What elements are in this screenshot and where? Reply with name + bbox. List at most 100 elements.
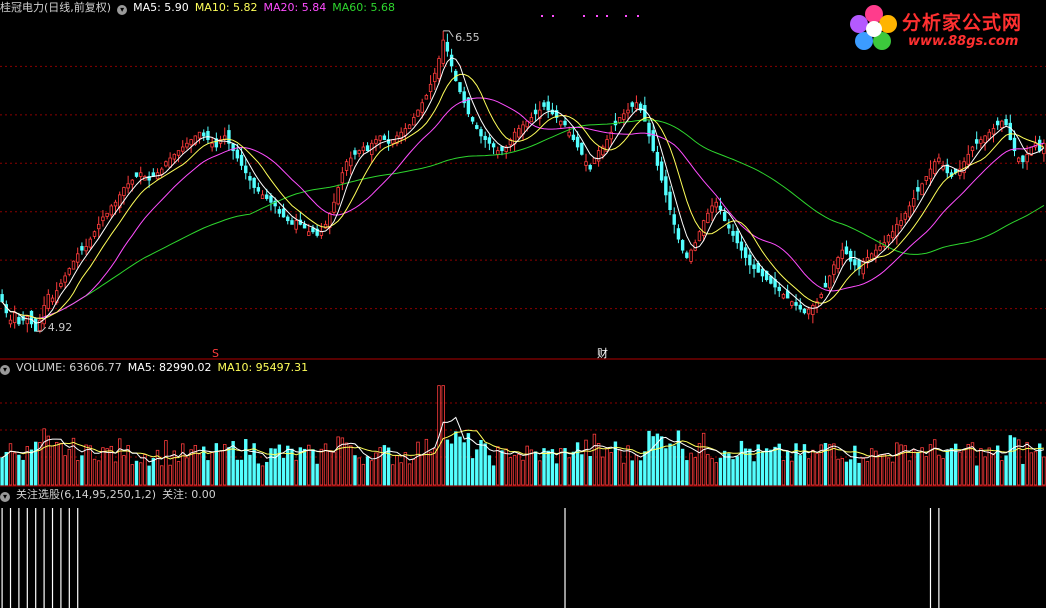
candle-body[interactable]	[991, 128, 996, 135]
candle-body[interactable]	[592, 157, 597, 164]
candle-body[interactable]	[403, 128, 408, 136]
candle-body[interactable]	[706, 212, 710, 223]
candle-body[interactable]	[25, 316, 30, 325]
candle-body[interactable]	[529, 117, 534, 123]
volume-bar[interactable]	[622, 462, 626, 486]
volume-bar[interactable]	[172, 450, 177, 486]
candle-body[interactable]	[689, 249, 693, 262]
volume-bar[interactable]	[412, 459, 416, 486]
volume-bar[interactable]	[777, 443, 781, 486]
candle-body[interactable]	[622, 113, 626, 120]
volume-bar[interactable]	[80, 455, 84, 486]
candle-body[interactable]	[449, 54, 454, 67]
candle-body[interactable]	[134, 172, 139, 177]
candle-body[interactable]	[626, 109, 630, 114]
candle-body[interactable]	[932, 161, 937, 174]
candle-body[interactable]	[659, 161, 664, 181]
candle-body[interactable]	[664, 176, 668, 196]
candle-body[interactable]	[685, 252, 689, 258]
candle-body[interactable]	[46, 293, 51, 309]
candle-body[interactable]	[798, 304, 802, 310]
volume-bar[interactable]	[773, 446, 777, 486]
candle-body[interactable]	[848, 250, 853, 262]
candle-body[interactable]	[122, 187, 126, 196]
candle-body[interactable]	[235, 149, 240, 159]
candle-body[interactable]	[983, 135, 987, 144]
candle-body[interactable]	[861, 260, 865, 275]
volume-bar[interactable]	[281, 457, 286, 486]
candle-body[interactable]	[286, 216, 290, 222]
candle-body[interactable]	[176, 150, 181, 156]
volume-bar[interactable]	[937, 454, 941, 486]
candle-body[interactable]	[319, 231, 324, 236]
candle-body[interactable]	[546, 101, 550, 111]
volume-bar[interactable]	[886, 457, 891, 486]
candle-body[interactable]	[59, 282, 63, 287]
volume-bar[interactable]	[672, 445, 676, 486]
candle-body[interactable]	[374, 139, 378, 144]
volume-bar[interactable]	[974, 465, 979, 486]
volume-bar[interactable]	[92, 458, 97, 486]
volume-bar[interactable]	[983, 456, 987, 486]
volume-bar[interactable]	[559, 448, 563, 486]
candle-body[interactable]	[874, 249, 878, 257]
volume-bar[interactable]	[1037, 443, 1042, 486]
candle-body[interactable]	[307, 231, 311, 236]
candle-body[interactable]	[727, 224, 731, 229]
candle-body[interactable]	[210, 142, 214, 148]
candle-body[interactable]	[172, 153, 177, 160]
candle-body[interactable]	[483, 135, 487, 140]
volume-bar[interactable]	[164, 440, 168, 486]
volume-bar[interactable]	[445, 439, 450, 486]
volume-bar[interactable]	[449, 443, 454, 486]
volume-bar[interactable]	[382, 445, 387, 486]
volume-bar[interactable]	[832, 443, 836, 486]
candle-body[interactable]	[92, 231, 97, 237]
volume-bar[interactable]	[424, 438, 429, 486]
volume-bar[interactable]	[315, 463, 319, 486]
volume-bar[interactable]	[214, 443, 219, 486]
candle-body[interactable]	[302, 223, 307, 229]
volume-bar[interactable]	[8, 443, 13, 486]
volume-bar[interactable]	[680, 448, 685, 486]
candle-body[interactable]	[1004, 119, 1008, 126]
volume-bar[interactable]	[1012, 437, 1017, 486]
candle-body[interactable]	[139, 172, 143, 177]
candle-body[interactable]	[806, 308, 811, 315]
candle-body[interactable]	[559, 120, 563, 126]
candle-body[interactable]	[126, 183, 130, 189]
candle-body[interactable]	[416, 109, 420, 117]
volume-bar[interactable]	[286, 445, 290, 486]
candle-body[interactable]	[802, 308, 807, 314]
candle-body[interactable]	[819, 293, 823, 298]
candle-body[interactable]	[265, 194, 269, 199]
volume-bar[interactable]	[458, 436, 462, 486]
volume-bar[interactable]	[958, 451, 962, 486]
candle-body[interactable]	[88, 238, 93, 248]
candle-body[interactable]	[512, 131, 517, 145]
volume-bar[interactable]	[181, 443, 185, 486]
candle-body[interactable]	[407, 124, 412, 130]
candle-body[interactable]	[676, 228, 681, 240]
signal-pane[interactable]	[1, 508, 1046, 608]
volume-bar[interactable]	[67, 448, 72, 486]
volume-bar[interactable]	[844, 461, 849, 486]
volume-bar[interactable]	[785, 450, 790, 486]
volume-bar[interactable]	[336, 436, 340, 486]
volume-bar[interactable]	[462, 442, 466, 486]
volume-bar[interactable]	[55, 442, 59, 486]
candle-body[interactable]	[630, 102, 634, 107]
volume-bar[interactable]	[916, 452, 920, 486]
volume-bar[interactable]	[991, 453, 996, 486]
volume-bar[interactable]	[76, 460, 80, 486]
volume-bar[interactable]	[945, 449, 949, 486]
candle-body[interactable]	[588, 164, 592, 170]
candle-body[interactable]	[42, 305, 46, 325]
volume-bar[interactable]	[332, 451, 336, 486]
candle-body[interactable]	[491, 143, 496, 148]
candle-body[interactable]	[13, 312, 17, 323]
candle-body[interactable]	[29, 310, 34, 325]
candle-body[interactable]	[979, 139, 983, 144]
volume-bar[interactable]	[512, 454, 517, 486]
volume-bar[interactable]	[596, 443, 601, 486]
